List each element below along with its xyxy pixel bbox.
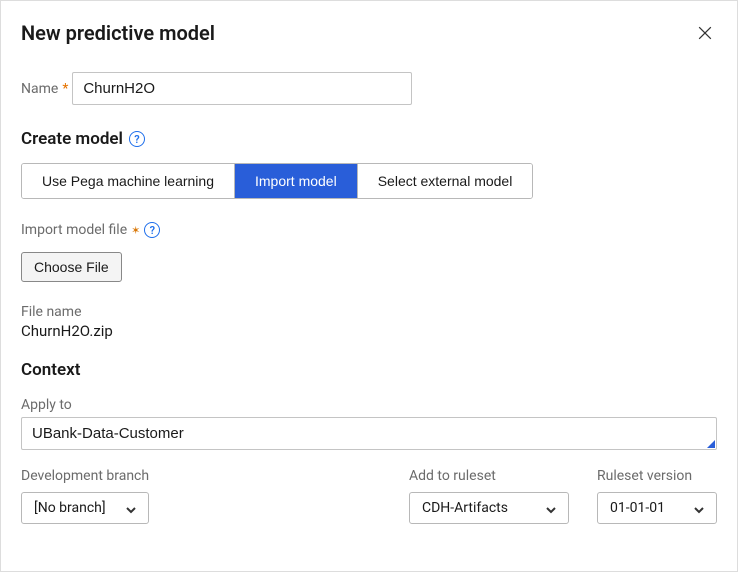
- modal-header: New predictive model: [21, 21, 717, 48]
- ruleset-select[interactable]: CDH-Artifacts: [409, 492, 569, 524]
- name-label: Name*: [21, 81, 68, 97]
- chevron-down-icon: [546, 503, 556, 513]
- help-icon[interactable]: ?: [129, 131, 145, 147]
- ruleset-label: Add to ruleset: [409, 468, 569, 484]
- ruleset-version-label: Ruleset version: [597, 468, 717, 484]
- ruleset-value: CDH-Artifacts: [422, 500, 508, 516]
- dev-branch-value: [No branch]: [34, 500, 106, 516]
- segmented-option-import-model[interactable]: Import model: [235, 164, 358, 198]
- apply-to-input-wrapper: [21, 417, 717, 450]
- bottom-row: Development branch [No branch] Add to ru…: [21, 468, 717, 524]
- close-icon: [695, 23, 715, 43]
- required-star-icon: ✶: [131, 224, 140, 237]
- help-icon[interactable]: ?: [144, 222, 160, 238]
- file-name-value: ChurnH2O.zip: [21, 322, 717, 340]
- dev-branch-label: Development branch: [21, 468, 149, 484]
- file-name-label: File name: [21, 304, 717, 320]
- name-input[interactable]: [72, 72, 412, 105]
- apply-to-field: Apply to: [21, 394, 717, 450]
- dev-branch-select[interactable]: [No branch]: [21, 492, 149, 524]
- choose-file-button[interactable]: Choose File: [21, 252, 122, 282]
- apply-to-label: Apply to: [21, 397, 72, 413]
- import-file-label: Import model file ✶ ?: [21, 222, 160, 238]
- create-model-section-title: Create model ?: [21, 129, 717, 149]
- context-section-title: Context: [21, 360, 717, 380]
- create-model-title-text: Create model: [21, 129, 123, 149]
- ruleset-version-value: 01-01-01: [610, 500, 665, 516]
- segmented-option-use-pega[interactable]: Use Pega machine learning: [22, 164, 235, 198]
- modal-title: New predictive model: [21, 21, 215, 45]
- create-model-segmented: Use Pega machine learning Import model S…: [21, 163, 533, 199]
- required-asterisk-icon: *: [62, 81, 68, 97]
- segmented-option-select-external[interactable]: Select external model: [358, 164, 533, 198]
- name-field: Name*: [21, 72, 717, 105]
- autocomplete-corner-icon: [707, 440, 715, 448]
- import-file-label-text: Import model file: [21, 222, 127, 238]
- dev-branch-field: Development branch [No branch]: [21, 468, 149, 524]
- ruleset-version-select[interactable]: 01-01-01: [597, 492, 717, 524]
- close-button[interactable]: [693, 21, 717, 48]
- ruleset-version-field: Ruleset version 01-01-01: [597, 468, 717, 524]
- apply-to-input[interactable]: [21, 417, 717, 450]
- modal-new-predictive-model: New predictive model Name* Create model …: [0, 0, 738, 572]
- ruleset-field: Add to ruleset CDH-Artifacts: [409, 468, 569, 524]
- chevron-down-icon: [694, 503, 704, 513]
- chevron-down-icon: [126, 503, 136, 513]
- name-label-text: Name: [21, 81, 58, 97]
